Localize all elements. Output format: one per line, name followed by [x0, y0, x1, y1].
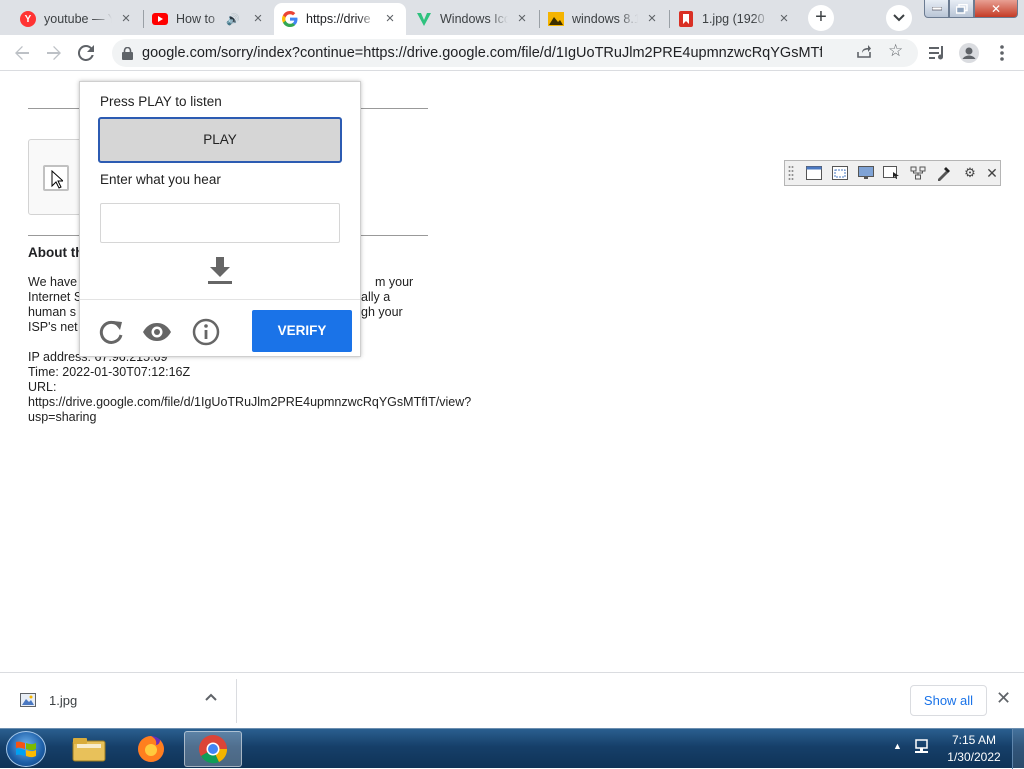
close-tab-icon[interactable]: × [118, 11, 134, 27]
tab-drive-active[interactable]: https://drive × [274, 3, 406, 35]
popup-footer-divider [80, 299, 360, 300]
chevron-up-icon[interactable] [205, 690, 217, 704]
bookmark-icon [678, 11, 694, 27]
paragraph-line: human s [28, 305, 76, 319]
play-instruction: Press PLAY to listen [100, 94, 222, 109]
network-icon[interactable] [914, 739, 932, 758]
audio-challenge-popup: Press PLAY to listen PLAY Enter what you… [79, 81, 361, 357]
reload-challenge-icon[interactable] [98, 319, 124, 348]
image-file-icon [20, 693, 36, 710]
url-value: https://drive.google.com/file/d/1IgUoTRu… [28, 395, 472, 409]
info-icon[interactable] [192, 318, 220, 349]
drag-handle-icon[interactable] [785, 164, 797, 182]
close-tab-icon[interactable]: × [250, 11, 266, 27]
back-arrow-icon[interactable] [9, 40, 35, 66]
window-close-button[interactable]: ✕ [974, 0, 1018, 18]
bookmark-star-icon[interactable]: ☆ [888, 41, 903, 61]
file-explorer-taskbar-icon[interactable] [60, 731, 118, 767]
url-value-continued: usp=sharing [28, 410, 97, 424]
tab-windows-icons[interactable]: Windows Ico × [408, 3, 538, 35]
paragraph-line: gh your [361, 305, 403, 319]
scroll-capture-icon[interactable] [883, 164, 901, 182]
reload-icon[interactable] [73, 40, 99, 66]
more-menu-icon[interactable] [989, 40, 1015, 66]
address-bar[interactable]: google.com/sorry/index?continue=https://… [112, 39, 918, 67]
window-minimize-button[interactable] [924, 0, 949, 18]
vectorized-icon [416, 11, 432, 27]
floating-toolbar: ⚙ ✕ [784, 160, 1001, 186]
about-heading: About th [28, 245, 84, 260]
tab-title: youtube — Y [44, 12, 112, 26]
paragraph-line: m your [375, 275, 414, 289]
settings-gear-icon[interactable]: ⚙ [961, 164, 979, 182]
youtube-icon [152, 11, 168, 27]
url-text[interactable]: google.com/sorry/index?continue=https://… [142, 39, 822, 67]
page-content: About th We have Internet S human s ISP'… [0, 72, 1024, 672]
color-picker-icon[interactable] [935, 164, 953, 182]
tab-1-jpg[interactable]: 1.jpg (1920 × [670, 3, 800, 35]
new-tab-button[interactable]: + [808, 5, 834, 31]
time-text: Time: 2022-01-30T07:12:16Z [28, 365, 191, 379]
profile-avatar-icon[interactable] [956, 40, 982, 66]
fullscreen-capture-icon[interactable] [857, 164, 875, 182]
tab-youtube-yandex[interactable]: Y youtube — Y × [12, 3, 142, 35]
chrome-taskbar-icon[interactable] [184, 731, 242, 767]
download-file-name[interactable]: 1.jpg [49, 693, 77, 708]
close-tab-icon[interactable]: × [514, 11, 530, 27]
close-icon[interactable]: ✕ [983, 164, 1001, 182]
answer-label: Enter what you hear [100, 172, 221, 187]
paragraph-line: Internet S [28, 290, 83, 304]
google-icon [282, 11, 298, 27]
download-icon[interactable] [207, 257, 233, 288]
window-capture-icon[interactable] [805, 164, 823, 182]
tab-windows-81[interactable]: windows 8.1 × [540, 3, 668, 35]
paragraph-line: ISP's net [28, 320, 78, 334]
tab-title: How to [176, 12, 227, 26]
verify-button[interactable]: VERIFY [252, 310, 352, 352]
tab-title: 1.jpg (1920 [702, 12, 770, 26]
forward-arrow-icon[interactable] [41, 40, 67, 66]
show-all-button[interactable]: Show all [910, 685, 987, 716]
start-button[interactable] [6, 731, 46, 767]
download-shelf: 1.jpg Show all ✕ [0, 672, 1024, 728]
tab-how-to[interactable]: How to 🔊 × [144, 3, 274, 35]
windows-taskbar: ▲ 7:15 AM 1/30/2022 [0, 728, 1024, 769]
tab-title: Windows Ico [440, 12, 508, 26]
close-tab-icon[interactable]: × [382, 11, 398, 27]
tab-strip: Y youtube — Y × How to 🔊 × https://drive… [0, 0, 1024, 35]
paragraph-line: We have [28, 275, 78, 289]
clock-date[interactable]: 1/30/2022 [940, 750, 1008, 764]
tab-title: windows 8.1 [572, 12, 638, 26]
firefox-taskbar-icon[interactable] [122, 731, 180, 767]
image-icon [548, 11, 564, 27]
window-restore-button[interactable] [949, 0, 974, 18]
close-tab-icon[interactable]: × [644, 11, 660, 27]
url-label: URL: [28, 380, 57, 394]
paragraph-line: ally a [361, 290, 391, 304]
tab-search-chevron-icon[interactable] [886, 5, 912, 31]
lock-icon[interactable] [122, 46, 133, 63]
shelf-divider [236, 679, 237, 723]
object-capture-icon[interactable] [909, 164, 927, 182]
answer-input[interactable] [100, 203, 340, 243]
tray-expand-arrow-icon[interactable]: ▲ [893, 741, 902, 751]
play-button[interactable]: PLAY [98, 117, 342, 163]
speaker-icon[interactable]: 🔊 [226, 13, 240, 26]
mouse-cursor-icon [51, 169, 65, 192]
clock-time[interactable]: 7:15 AM [940, 733, 1008, 747]
browser-toolbar: google.com/sorry/index?continue=https://… [0, 35, 1024, 71]
tab-title: https://drive [306, 12, 376, 26]
media-control-icon[interactable] [924, 40, 950, 66]
region-capture-icon[interactable] [831, 164, 849, 182]
yandex-icon: Y [20, 11, 36, 27]
visual-challenge-eye-icon[interactable] [142, 322, 172, 345]
share-icon[interactable] [856, 43, 872, 63]
close-tab-icon[interactable]: × [776, 11, 792, 27]
close-icon[interactable]: ✕ [996, 688, 1011, 709]
show-desktop-button[interactable] [1012, 729, 1024, 769]
